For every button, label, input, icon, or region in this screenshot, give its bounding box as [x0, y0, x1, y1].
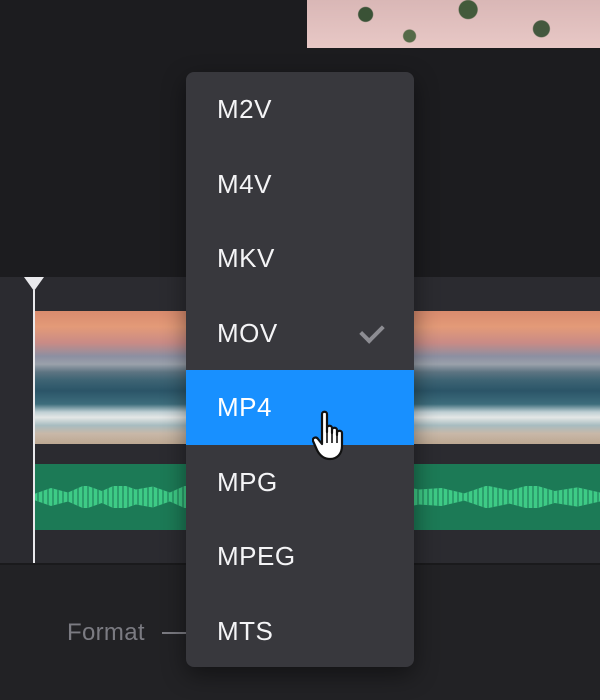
menu-item-mpg[interactable]: MPG [186, 445, 414, 520]
checkmark-icon [359, 318, 385, 344]
menu-item-label: MTS [217, 615, 274, 646]
menu-item-mov[interactable]: MOV [186, 296, 414, 371]
menu-item-mp4[interactable]: MP4 [186, 370, 414, 445]
menu-item-label: MPG [217, 466, 278, 497]
menu-item-label: MOV [217, 317, 278, 348]
menu-item-label: MKV [217, 243, 275, 273]
menu-item-label: MPEG [217, 541, 296, 571]
menu-item-m4v[interactable]: M4V [186, 147, 414, 222]
format-dropdown-menu[interactable]: M2V M4V MKV MOV MP4 MPG MPEG MTS [186, 72, 414, 667]
menu-item-label: M2V [217, 94, 272, 124]
playhead[interactable] [33, 290, 35, 564]
menu-item-m2v[interactable]: M2V [186, 72, 414, 147]
menu-item-label: M4V [217, 168, 272, 199]
playhead-marker-icon[interactable] [24, 277, 44, 291]
format-separator [162, 632, 188, 634]
hand-pointer-icon [312, 410, 344, 461]
menu-item-mpeg[interactable]: MPEG [186, 519, 414, 594]
menu-item-mts[interactable]: MTS [186, 594, 414, 668]
menu-item-label: MP4 [217, 392, 272, 422]
menu-item-mkv[interactable]: MKV [186, 221, 414, 296]
preview-image [307, 0, 600, 48]
format-label: Format [67, 619, 145, 646]
